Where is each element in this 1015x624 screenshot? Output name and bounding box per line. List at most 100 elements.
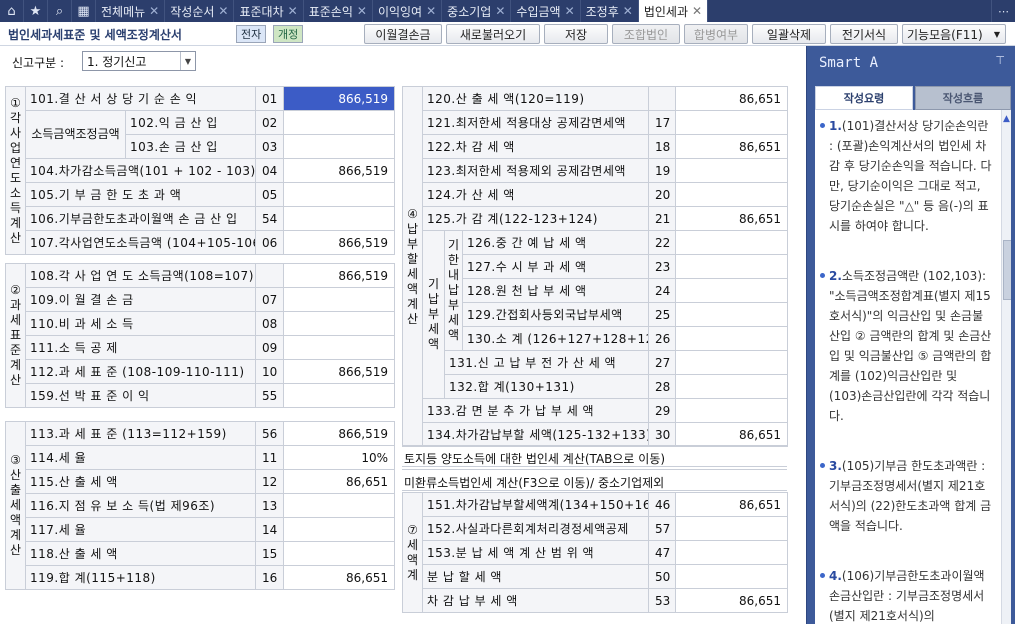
row-value[interactable] xyxy=(675,182,789,207)
row-value[interactable] xyxy=(675,540,788,565)
tab-flow[interactable]: 작성흐름 xyxy=(915,86,1011,110)
reload-button[interactable]: 새로불러오기 xyxy=(446,24,540,44)
row-code: 56 xyxy=(255,421,284,446)
row-value[interactable] xyxy=(283,335,395,360)
guide-scrollbar[interactable]: ▲ xyxy=(1001,110,1011,624)
row-value[interactable]: 86,651 xyxy=(283,469,395,494)
row-value[interactable]: 866,519 xyxy=(283,158,396,183)
delete-all-button[interactable]: 일괄삭제 xyxy=(752,24,826,44)
revised-badge[interactable]: 개정 xyxy=(273,25,304,43)
menu-grid-icon[interactable]: ▦ xyxy=(72,0,96,22)
tab-label: 작성순서 xyxy=(170,4,215,19)
report-type-select[interactable]: 1. 정기신고 ▼ xyxy=(82,51,196,71)
close-icon[interactable]: ✕ xyxy=(149,4,164,18)
row-code: 09 xyxy=(255,335,284,360)
row-value[interactable] xyxy=(675,110,789,135)
scroll-thumb[interactable] xyxy=(1003,240,1011,300)
close-icon[interactable]: ✕ xyxy=(623,4,638,18)
row-code: 24 xyxy=(648,278,677,303)
row-value[interactable]: 86,651 xyxy=(675,588,788,613)
row-value[interactable] xyxy=(283,493,395,518)
carried-loss-button[interactable]: 이월결손금 xyxy=(364,24,442,44)
row-label: 103.손 금 산 입 xyxy=(124,134,257,159)
tab-guide[interactable]: 작성요령 xyxy=(815,86,913,110)
row-value[interactable] xyxy=(283,110,396,135)
row-value[interactable] xyxy=(675,516,788,541)
row-value[interactable]: 86,651 xyxy=(675,422,789,447)
row-value[interactable]: 86,651 xyxy=(675,86,789,111)
smart-panel-title: Smart A xyxy=(819,55,879,71)
row-value[interactable] xyxy=(283,206,396,231)
tab-all-menu[interactable]: 전체메뉴 ✕ xyxy=(96,0,166,22)
row-value[interactable]: 866,519 xyxy=(283,263,395,288)
row-code: 17 xyxy=(648,110,677,135)
row-value[interactable] xyxy=(283,311,395,336)
row-value[interactable] xyxy=(675,278,789,303)
pin-icon[interactable]: ⊤ xyxy=(995,54,1005,67)
tab-label: 이익잉여 xyxy=(377,4,423,19)
close-icon[interactable]: ✕ xyxy=(357,4,372,18)
land-transfer-link[interactable]: 토지등 양도소득에 대한 법인세 계산(TAB으로 이동) xyxy=(402,445,787,467)
row-value[interactable] xyxy=(675,350,789,375)
row-value[interactable] xyxy=(283,383,395,408)
star-icon[interactable]: ★ xyxy=(24,0,48,22)
row-value[interactable] xyxy=(675,158,789,183)
close-icon[interactable]: ✕ xyxy=(495,4,510,18)
tab-revenue[interactable]: 수입금액 ✕ xyxy=(511,0,581,22)
row-value[interactable]: 866,519 xyxy=(283,359,395,384)
tab-income-statement[interactable]: 표준손익 ✕ xyxy=(304,0,373,22)
close-icon[interactable]: ✕ xyxy=(565,4,580,18)
tab-balance-sheet[interactable]: 표준대차 ✕ xyxy=(234,0,304,22)
electronic-badge[interactable]: 전자 xyxy=(236,25,267,43)
home-icon[interactable]: ⌂ xyxy=(0,0,24,22)
row-value[interactable] xyxy=(675,302,789,327)
row-value[interactable] xyxy=(675,230,789,255)
row-value[interactable] xyxy=(283,287,395,312)
tab-order[interactable]: 작성순서 ✕ xyxy=(165,0,235,22)
close-icon[interactable]: ✕ xyxy=(692,4,707,18)
close-icon[interactable]: ✕ xyxy=(426,4,441,18)
close-icon[interactable]: ✕ xyxy=(218,4,233,18)
row-value[interactable] xyxy=(283,134,396,159)
guide-item-number: 2. xyxy=(829,269,842,283)
chevron-down-icon[interactable]: ▼ xyxy=(180,52,195,70)
prior-form-button[interactable]: 전기서식 xyxy=(830,24,898,44)
search-icon[interactable]: ⌕ xyxy=(48,0,72,22)
tab-retained-earnings[interactable]: 이익잉여 ✕ xyxy=(373,0,443,22)
row-value[interactable] xyxy=(675,564,788,589)
tab-list-icon[interactable]: ⋯ xyxy=(991,0,1015,22)
scroll-up-icon[interactable]: ▲ xyxy=(1003,114,1010,124)
guide-item: 2.소득조정금액란 (102,103): "소득금액조정합계표(별지 제15호서… xyxy=(820,266,993,426)
row-value[interactable]: 86,651 xyxy=(283,565,395,590)
row-code: 19 xyxy=(648,158,677,183)
report-type-value: 1. 정기신고 xyxy=(87,55,147,69)
unreturned-income-link[interactable]: 미환류소득법인세 계산(F3으로 이동)/ 중소기업제외 xyxy=(402,469,787,491)
tab-bar: ⌂ ★ ⌕ ▦ 전체메뉴 ✕ 작성순서 ✕ 표준대차 ✕ 표준손익 ✕ 이익잉여 ✕ 중소… xyxy=(0,0,1015,22)
union-corp-button[interactable]: 조합법인 xyxy=(612,24,680,44)
row-label: 132.합 계(130+131) xyxy=(443,374,650,399)
row-value[interactable]: 10% xyxy=(283,445,395,470)
row-value[interactable]: 866,519 xyxy=(283,421,395,446)
row-value[interactable] xyxy=(675,398,789,423)
close-icon[interactable]: ✕ xyxy=(288,4,303,18)
row-value[interactable]: 866,519 xyxy=(283,230,396,255)
row-value[interactable]: 866,519 xyxy=(283,86,396,111)
merger-button[interactable]: 합병여부 xyxy=(684,24,748,44)
row-value[interactable] xyxy=(283,182,396,207)
row-label: 128.원 천 납 부 세 액 xyxy=(461,278,650,303)
functions-button[interactable]: 기능모음(F11) ▼ xyxy=(902,24,1006,44)
row-value[interactable]: 86,651 xyxy=(675,206,789,231)
row-value[interactable]: 86,651 xyxy=(675,134,789,159)
row-value[interactable] xyxy=(283,517,395,542)
row-value[interactable] xyxy=(283,541,395,566)
row-value[interactable] xyxy=(675,374,789,399)
row-label: 102.익 금 산 입 xyxy=(124,110,257,135)
row-label: 130.소 계 (126+127+128+129) xyxy=(461,326,650,351)
tab-corporate-tax[interactable]: 법인세과 ✕ xyxy=(638,0,709,22)
row-value[interactable] xyxy=(675,326,789,351)
row-value[interactable]: 86,651 xyxy=(675,492,788,517)
tab-sme[interactable]: 중소기업 ✕ xyxy=(442,0,512,22)
row-value[interactable] xyxy=(675,254,789,279)
save-button[interactable]: 저장 xyxy=(544,24,608,44)
tab-adjusted[interactable]: 조정후 ✕ xyxy=(581,0,639,22)
